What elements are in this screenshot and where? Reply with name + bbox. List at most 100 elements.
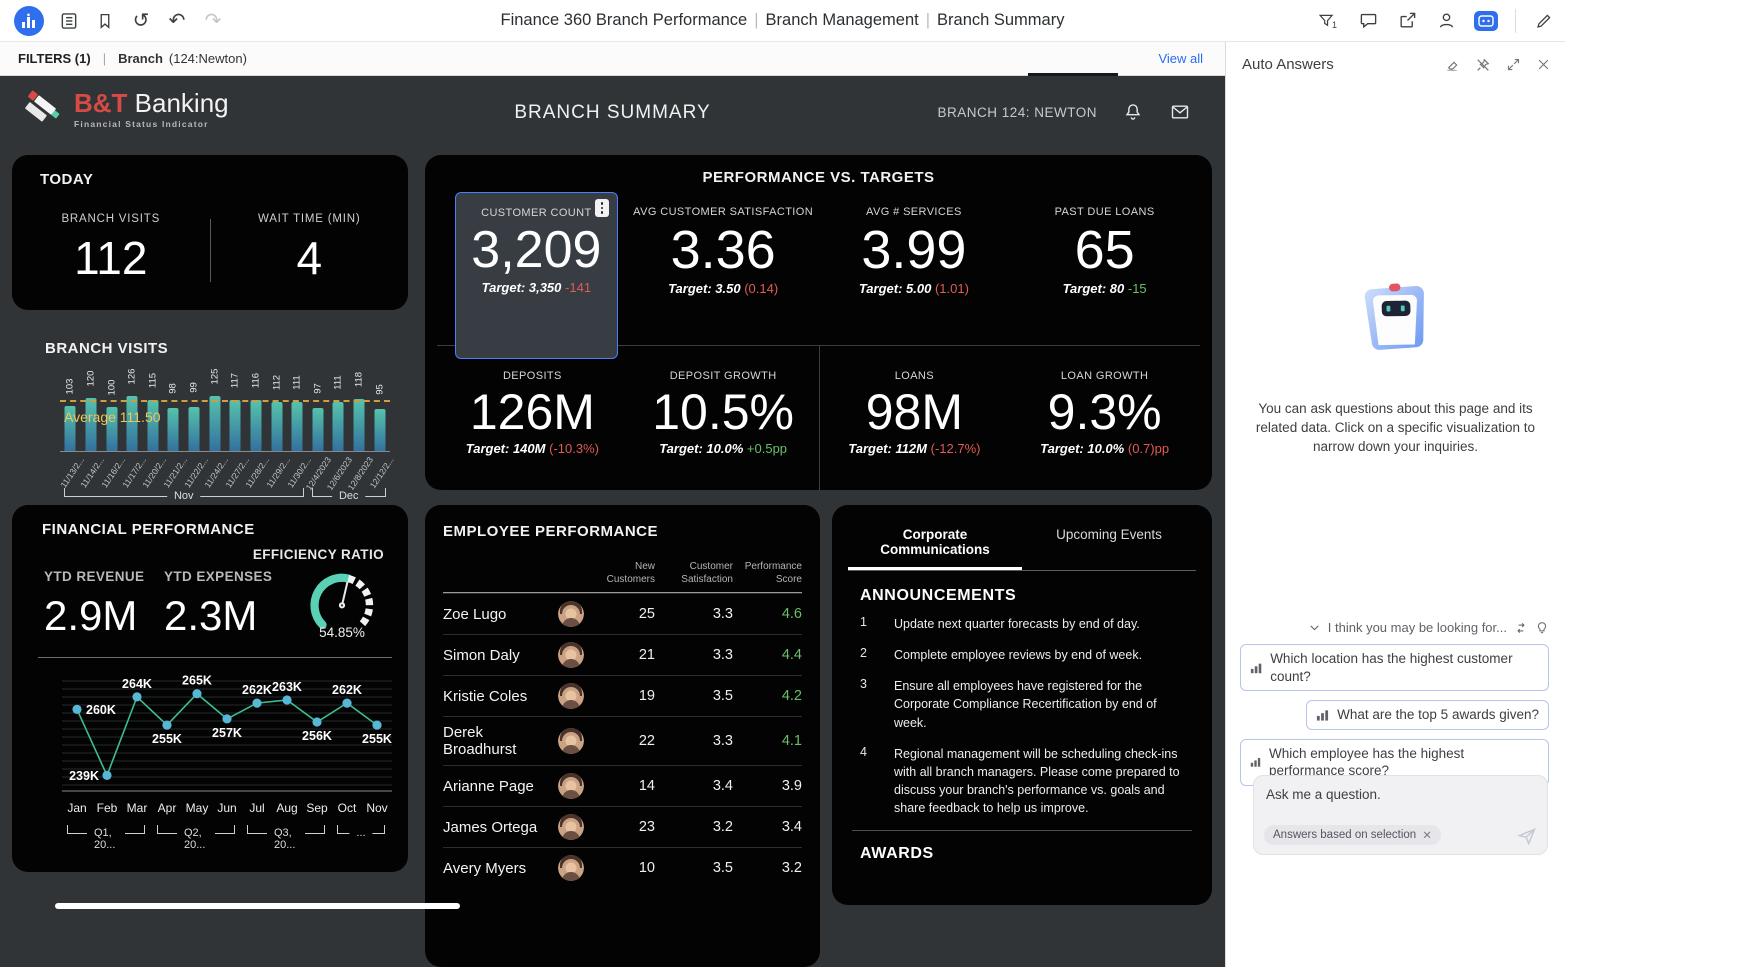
bar[interactable]: 95: [369, 360, 390, 451]
filters-label[interactable]: FILTERS (1): [18, 51, 91, 66]
selection-context-chip[interactable]: Answers based on selection ✕: [1264, 825, 1441, 845]
refresh-suggestions-icon[interactable]: [1514, 621, 1528, 635]
report-list-icon[interactable]: [58, 10, 80, 32]
edit-pencil-icon[interactable]: [1533, 10, 1555, 32]
filter-value[interactable]: (124:Newton): [169, 51, 247, 66]
bar[interactable]: 98: [163, 360, 184, 451]
employee-row[interactable]: Kristie Coles193.54.2: [443, 675, 802, 716]
performance-score-value: 3.9: [733, 778, 802, 794]
insight-bulb-icon[interactable]: [1535, 621, 1549, 635]
ytd-revenue[interactable]: YTD REVENUE 2.9M: [44, 569, 144, 640]
bar[interactable]: 126: [122, 360, 143, 451]
auto-answers-title: Auto Answers: [1242, 56, 1444, 73]
kpi-tile[interactable]: AVG # SERVICES3.99Target: 5.00 (1.01): [819, 188, 1010, 345]
employee-row[interactable]: Avery Myers103.53.2: [443, 847, 802, 888]
kpi-tile[interactable]: AVG CUSTOMER SATISFACTION3.36Target: 3.5…: [628, 188, 819, 345]
bar[interactable]: 99: [184, 360, 205, 451]
ytd-expenses[interactable]: YTD EXPENSES 2.3M: [164, 569, 272, 640]
close-icon[interactable]: [1536, 57, 1551, 73]
kpi-tile[interactable]: DEPOSIT GROWTH10.5%Target: 10.0% +0.5pp: [628, 346, 819, 491]
filter-name[interactable]: Branch: [118, 51, 163, 66]
user-icon[interactable]: [1435, 10, 1457, 32]
redo-icon[interactable]: ↷: [202, 10, 224, 32]
comment-icon[interactable]: [1357, 10, 1379, 32]
unpin-icon[interactable]: [1475, 57, 1491, 73]
satisfaction-value: 3.3: [655, 606, 733, 622]
kpi-tile[interactable]: DEPOSITS126MTarget: 140M (-10.3%): [437, 346, 628, 491]
mail-icon[interactable]: [1169, 102, 1191, 122]
remove-selection-icon[interactable]: ✕: [1422, 828, 1432, 842]
efficiency-gauge[interactable]: 54.85%: [294, 565, 390, 640]
view-all-link[interactable]: View all: [1158, 51, 1203, 66]
bar[interactable]: 112: [266, 360, 287, 451]
branch-visits-chart[interactable]: BRANCH VISITS 10312010012611598991251171…: [12, 334, 408, 506]
kpi-value: 3.36: [628, 222, 819, 279]
kpi-tile[interactable]: CUSTOMER COUNT3,209Target: 3,350 -141: [455, 192, 618, 359]
monthly-line-chart[interactable]: 260K239K264K255K265K257K262K263K256K262K…: [62, 673, 392, 799]
bar[interactable]: 120: [81, 360, 102, 451]
bar[interactable]: 97: [308, 360, 329, 451]
send-icon[interactable]: [1517, 826, 1537, 846]
bar[interactable]: 116: [246, 360, 267, 451]
svg-text:257K: 257K: [212, 726, 242, 740]
month-label: Jan: [62, 801, 92, 815]
dashboard-header: B&T Banking Financial Status Indicator B…: [0, 76, 1225, 148]
history-icon[interactable]: ↺: [130, 10, 152, 32]
kpi-tile[interactable]: LOANS98MTarget: 112M (-12.7%): [819, 346, 1010, 491]
bar[interactable]: 100: [101, 360, 122, 451]
bar-rect: [292, 402, 303, 451]
share-icon[interactable]: [1396, 10, 1418, 32]
kpi-value: 65: [1009, 222, 1200, 279]
chevron-down-icon[interactable]: [1308, 621, 1321, 634]
bar[interactable]: 111: [328, 360, 349, 451]
suggestions-header: I think you may be looking for...: [1308, 620, 1549, 635]
bar[interactable]: 118: [349, 360, 370, 451]
financial-title: FINANCIAL PERFORMANCE: [42, 521, 255, 538]
suggestion-chip[interactable]: What are the top 5 awards given?: [1306, 700, 1549, 730]
app-logo-icon[interactable]: [14, 6, 44, 36]
tab-upcoming-events[interactable]: Upcoming Events: [1022, 521, 1196, 570]
employee-row[interactable]: Arianne Page143.43.9: [443, 765, 802, 806]
kebab-menu-icon[interactable]: [595, 199, 609, 217]
employee-row[interactable]: Derek Broadhurst223.34.1: [443, 716, 802, 765]
undo-icon[interactable]: ↶: [166, 10, 188, 32]
kpi-tile[interactable]: PAST DUE LOANS65Target: 80 -15: [1009, 188, 1200, 345]
tab-corporate-communications[interactable]: Corporate Communications: [848, 521, 1022, 570]
bar-rect: [230, 400, 241, 451]
bar[interactable]: 115: [143, 360, 164, 451]
employee-row[interactable]: Simon Daly213.34.4: [443, 634, 802, 675]
auto-answers-bot-icon[interactable]: [1474, 11, 1498, 31]
today-branch-visits[interactable]: BRANCH VISITS 112: [12, 207, 210, 300]
employee-name: Zoe Lugo: [443, 606, 551, 623]
metric-label: BRANCH VISITS: [12, 213, 210, 225]
today-wait-time[interactable]: WAIT TIME (MIN) 4: [211, 207, 409, 300]
visits-month-brackets: NovDec: [60, 484, 390, 506]
kpi-delta: (0.7)pp: [1128, 441, 1169, 456]
bar[interactable]: 111: [287, 360, 308, 451]
question-input[interactable]: Ask me a question. Answers based on sele…: [1253, 775, 1548, 855]
month-bracket: Nov: [64, 488, 304, 497]
new-customers-value: 22: [591, 733, 655, 749]
kpi-target-text: Target: 112M: [848, 441, 927, 456]
bar[interactable]: 117: [225, 360, 246, 451]
kpi-tile[interactable]: LOAN GROWTH9.3%Target: 10.0% (0.7)pp: [1009, 346, 1200, 491]
announcement-number: 2: [860, 646, 894, 664]
employee-row[interactable]: James Ortega233.23.4: [443, 806, 802, 847]
bar-value-label: 112: [271, 373, 282, 393]
new-customers-value: 23: [591, 819, 655, 835]
bar[interactable]: 103: [60, 360, 81, 451]
eraser-icon[interactable]: [1444, 57, 1460, 73]
suggestion-chip[interactable]: Which location has the highest customer …: [1240, 644, 1549, 691]
employee-name: James Ortega: [443, 819, 551, 836]
suggestion-chips: Which location has the highest customer …: [1240, 644, 1549, 786]
filter-count-badge: 1: [1332, 20, 1337, 30]
bell-icon[interactable]: [1123, 102, 1143, 122]
question-placeholder: Ask me a question.: [1266, 787, 1535, 802]
bar[interactable]: 125: [204, 360, 225, 451]
horizontal-scrollbar[interactable]: [55, 903, 460, 909]
expand-icon[interactable]: [1506, 57, 1521, 73]
x-tick-label: 11/28/2...: [246, 452, 267, 484]
filter-icon[interactable]: 1: [1318, 10, 1340, 32]
employee-row[interactable]: Zoe Lugo253.34.6: [443, 593, 802, 634]
bookmark-icon[interactable]: [94, 10, 116, 32]
